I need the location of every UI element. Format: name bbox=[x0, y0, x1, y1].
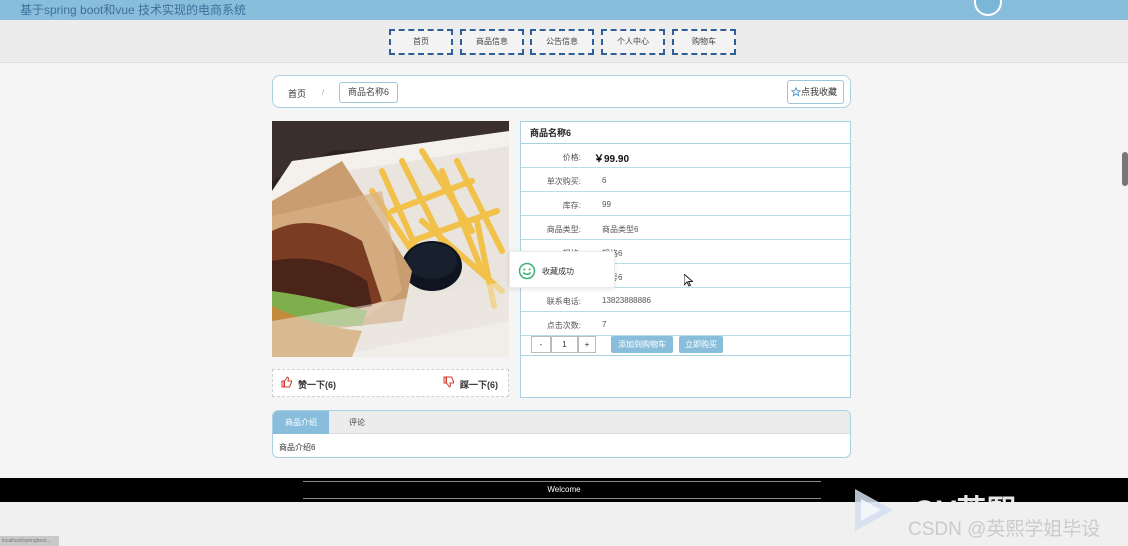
star-outline-icon bbox=[791, 87, 801, 97]
buy-now-button[interactable]: 立即购买 bbox=[679, 336, 723, 353]
quantity-increment-button[interactable]: + bbox=[578, 336, 596, 353]
info-label: 点击次数: bbox=[546, 321, 581, 330]
quantity-decrement-button[interactable]: - bbox=[531, 336, 551, 353]
top-header-bar: 基于spring boot和vue 技术实现的电商系统 bbox=[0, 0, 1128, 20]
info-label: 单次购买: bbox=[546, 177, 581, 186]
product-image bbox=[272, 121, 509, 357]
info-value: 13823888886 bbox=[602, 296, 651, 305]
purchase-actions: - 1 + 添加到购物车 立即购买 bbox=[521, 334, 850, 356]
info-value: 6 bbox=[602, 176, 607, 185]
favorite-button-label: 点我收藏 bbox=[801, 87, 838, 97]
main-nav: 首页 商品信息 公告信息 个人中心 购物车 bbox=[0, 20, 1128, 63]
nav-item-home[interactable]: 首页 bbox=[389, 29, 453, 55]
dislike-label: 踩一下(6) bbox=[460, 380, 498, 390]
status-bar-url: localhost/springboot... bbox=[0, 536, 59, 546]
price-row: 价格: ￥99.90 bbox=[521, 144, 850, 168]
breadcrumb-home-link[interactable]: 首页 bbox=[288, 87, 306, 100]
info-label: 联系电话: bbox=[546, 297, 581, 306]
footer-divider bbox=[303, 498, 821, 499]
vote-bar: 赞一下(6) 踩一下(6) bbox=[272, 369, 509, 397]
product-name: 商品名称6 bbox=[521, 122, 850, 144]
nav-item-products[interactable]: 商品信息 bbox=[460, 29, 524, 55]
info-row-phone: 联系电话: 13823888886 bbox=[521, 288, 850, 312]
play-logo-icon bbox=[855, 489, 893, 531]
scrollbar-thumb[interactable] bbox=[1122, 152, 1128, 186]
info-value: 7 bbox=[602, 320, 607, 329]
info-label: 库存: bbox=[562, 201, 581, 210]
tab-header: 商品介绍 评论 bbox=[273, 411, 850, 434]
nav-item-user-center[interactable]: 个人中心 bbox=[601, 29, 665, 55]
info-value: 99 bbox=[602, 200, 611, 209]
tab-product-intro[interactable]: 商品介绍 bbox=[273, 411, 329, 434]
add-to-cart-button[interactable]: 添加到购物车 bbox=[611, 336, 673, 353]
tab-comments[interactable]: 评论 bbox=[329, 411, 385, 434]
quantity-input[interactable]: 1 bbox=[551, 336, 578, 353]
thumbs-up-icon bbox=[281, 376, 292, 388]
like-label: 赞一下(6) bbox=[298, 380, 336, 390]
info-row-purchase-limit: 单次购买: 6 bbox=[521, 168, 850, 192]
product-tabs: 商品介绍 评论 商品介绍6 bbox=[272, 410, 851, 458]
favorite-button[interactable]: 点我收藏 bbox=[787, 80, 844, 104]
mouse-cursor-icon bbox=[684, 274, 693, 287]
watermark-text: CSDN @英熙学姐毕设 bbox=[908, 519, 1101, 540]
price-label: 价格: bbox=[562, 153, 581, 162]
toast-message: 收藏成功 bbox=[542, 267, 574, 276]
thumbs-down-icon bbox=[443, 376, 454, 388]
info-label: 商品类型: bbox=[546, 225, 581, 234]
price-value: ￥99.90 bbox=[594, 154, 630, 165]
info-value: 商品类型6 bbox=[602, 225, 639, 234]
footer-divider bbox=[303, 481, 821, 482]
product-photo-burger-fries bbox=[272, 121, 509, 357]
watermark-text-top: OV英熙 bbox=[913, 486, 1016, 502]
tab-content: 商品介绍6 bbox=[279, 443, 316, 452]
breadcrumb-separator: / bbox=[322, 88, 325, 97]
breadcrumb: 首页 / 商品名称6 点我收藏 bbox=[272, 75, 851, 108]
nav-item-announcements[interactable]: 公告信息 bbox=[530, 29, 594, 55]
info-row-stock: 库存: 99 bbox=[521, 192, 850, 216]
toast-notification: 收藏成功 bbox=[509, 251, 615, 288]
avatar[interactable] bbox=[974, 0, 1002, 16]
info-row-clicks: 点击次数: 7 bbox=[521, 312, 850, 336]
nav-item-cart[interactable]: 购物车 bbox=[672, 29, 736, 55]
site-title: 基于spring boot和vue 技术实现的电商系统 bbox=[20, 3, 247, 17]
info-row-category: 商品类型: 商品类型6 bbox=[521, 216, 850, 240]
breadcrumb-current[interactable]: 商品名称6 bbox=[339, 82, 399, 103]
smile-icon bbox=[518, 262, 536, 280]
